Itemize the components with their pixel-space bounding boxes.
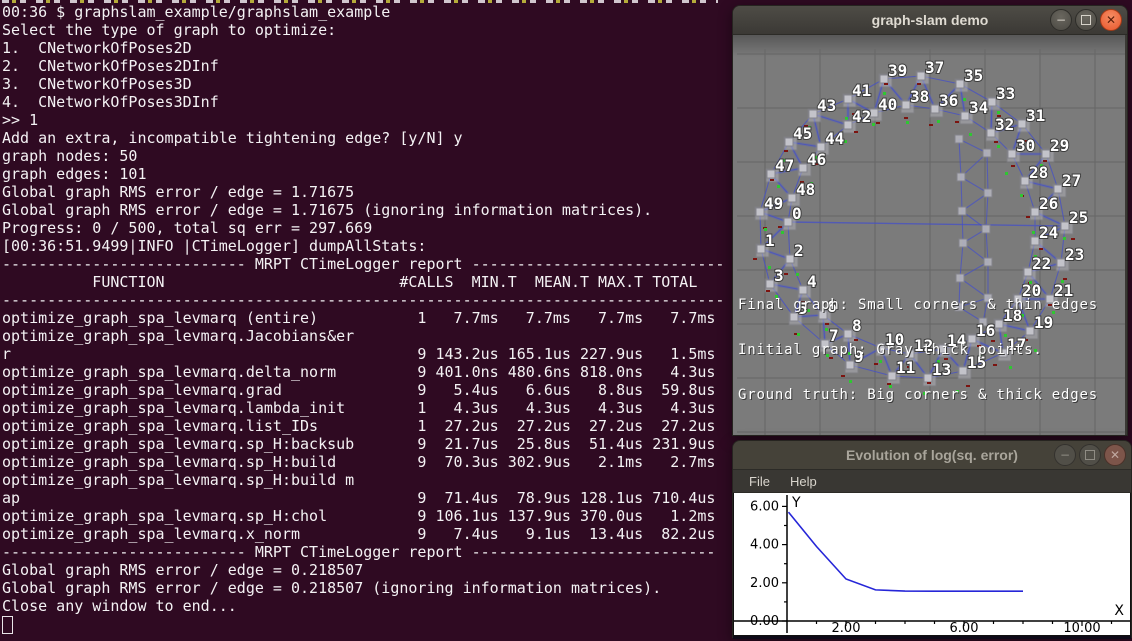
legend-initial-graph: Initial graph: Gray thick points. [738,343,1098,358]
svg-text:26: 26 [1039,194,1058,213]
svg-text:10.00: 10.00 [1063,621,1100,635]
svg-text:48: 48 [796,180,815,199]
svg-text:43: 43 [817,96,836,115]
svg-text:35: 35 [964,66,983,85]
maximize-button[interactable] [1075,9,1097,31]
maximize-icon [1085,450,1095,460]
svg-text:0.00: 0.00 [750,614,779,629]
plot-canvas[interactable]: 2.00 6.00 10.00 0.00 2.00 4.00 6.00 X Y [733,493,1131,636]
graph-window-buttons: − ✕ [1050,9,1122,31]
close-button[interactable]: ✕ [1104,444,1126,466]
svg-text:40: 40 [878,95,897,114]
plot-menubar: File Help [733,470,1131,493]
svg-text:4.00: 4.00 [750,538,779,553]
svg-text:33: 33 [996,84,1015,103]
graph-window-titlebar[interactable]: graph-slam demo − ✕ [733,6,1127,35]
svg-text:6.00: 6.00 [750,499,779,514]
svg-text:41: 41 [852,81,871,100]
svg-text:2.00: 2.00 [750,576,779,591]
svg-text:44: 44 [825,129,844,148]
error-curve [788,512,1023,591]
graph-3d-viewport[interactable]: 0123456789101112131415161718192021222324… [733,35,1125,435]
svg-text:39: 39 [888,61,907,80]
tick-labels: 2.00 6.00 10.00 0.00 2.00 4.00 6.00 [750,499,1101,635]
svg-text:29: 29 [1050,136,1069,155]
error-plot-window: Evolution of log(sq. error) − ✕ File Hel… [732,440,1132,638]
svg-text:45: 45 [793,124,812,143]
svg-text:46: 46 [807,150,826,169]
minimize-button[interactable]: − [1050,9,1072,31]
graph-legend: Final graph: Small corners & thin edges … [738,268,1098,433]
svg-text:42: 42 [852,107,871,126]
svg-text:2.00: 2.00 [832,621,861,635]
plot-render: 2.00 6.00 10.00 0.00 2.00 4.00 6.00 X Y [734,493,1130,635]
terminal-cursor [2,616,13,634]
legend-ground-truth: Ground truth: Big corners & thick edges [738,388,1098,403]
terminal-output[interactable]: 00:36 $ graphslam_example/graphslam_exam… [2,3,724,615]
svg-text:32: 32 [995,115,1014,134]
svg-text:0: 0 [792,204,802,223]
svg-text:27: 27 [1062,171,1081,190]
maximize-button[interactable] [1079,444,1101,466]
svg-text:6.00: 6.00 [950,621,979,635]
axis-ticks [782,506,1112,626]
svg-text:25: 25 [1069,208,1088,227]
plot-window-titlebar[interactable]: Evolution of log(sq. error) − ✕ [733,441,1131,470]
svg-text:34: 34 [969,98,988,117]
svg-text:38: 38 [910,87,929,106]
close-button[interactable]: ✕ [1100,9,1122,31]
legend-final-graph: Final graph: Small corners & thin edges [738,298,1098,313]
minimize-button[interactable]: − [1054,444,1076,466]
menu-file[interactable]: File [741,472,778,491]
svg-text:47: 47 [775,156,794,175]
svg-text:36: 36 [939,91,958,110]
svg-text:2: 2 [794,241,804,260]
screen: 00:36 $ graphslam_example/graphslam_exam… [0,0,1132,641]
svg-text:23: 23 [1065,245,1084,264]
svg-text:37: 37 [925,58,944,77]
svg-text:31: 31 [1026,106,1045,125]
svg-text:28: 28 [1029,163,1048,182]
graph-slam-demo-window: graph-slam demo − ✕ 01234567891011121314… [732,5,1128,436]
menu-help[interactable]: Help [782,472,825,491]
plot-window-bottom-edge [733,636,1131,639]
maximize-icon [1081,15,1091,25]
svg-text:1: 1 [765,231,775,250]
svg-text:30: 30 [1016,136,1035,155]
svg-text:49: 49 [764,194,783,213]
svg-text:24: 24 [1039,223,1058,242]
plot-window-buttons: − ✕ [1054,444,1126,466]
x-axis-label: X [1114,603,1124,619]
y-axis-label: Y [791,495,801,511]
